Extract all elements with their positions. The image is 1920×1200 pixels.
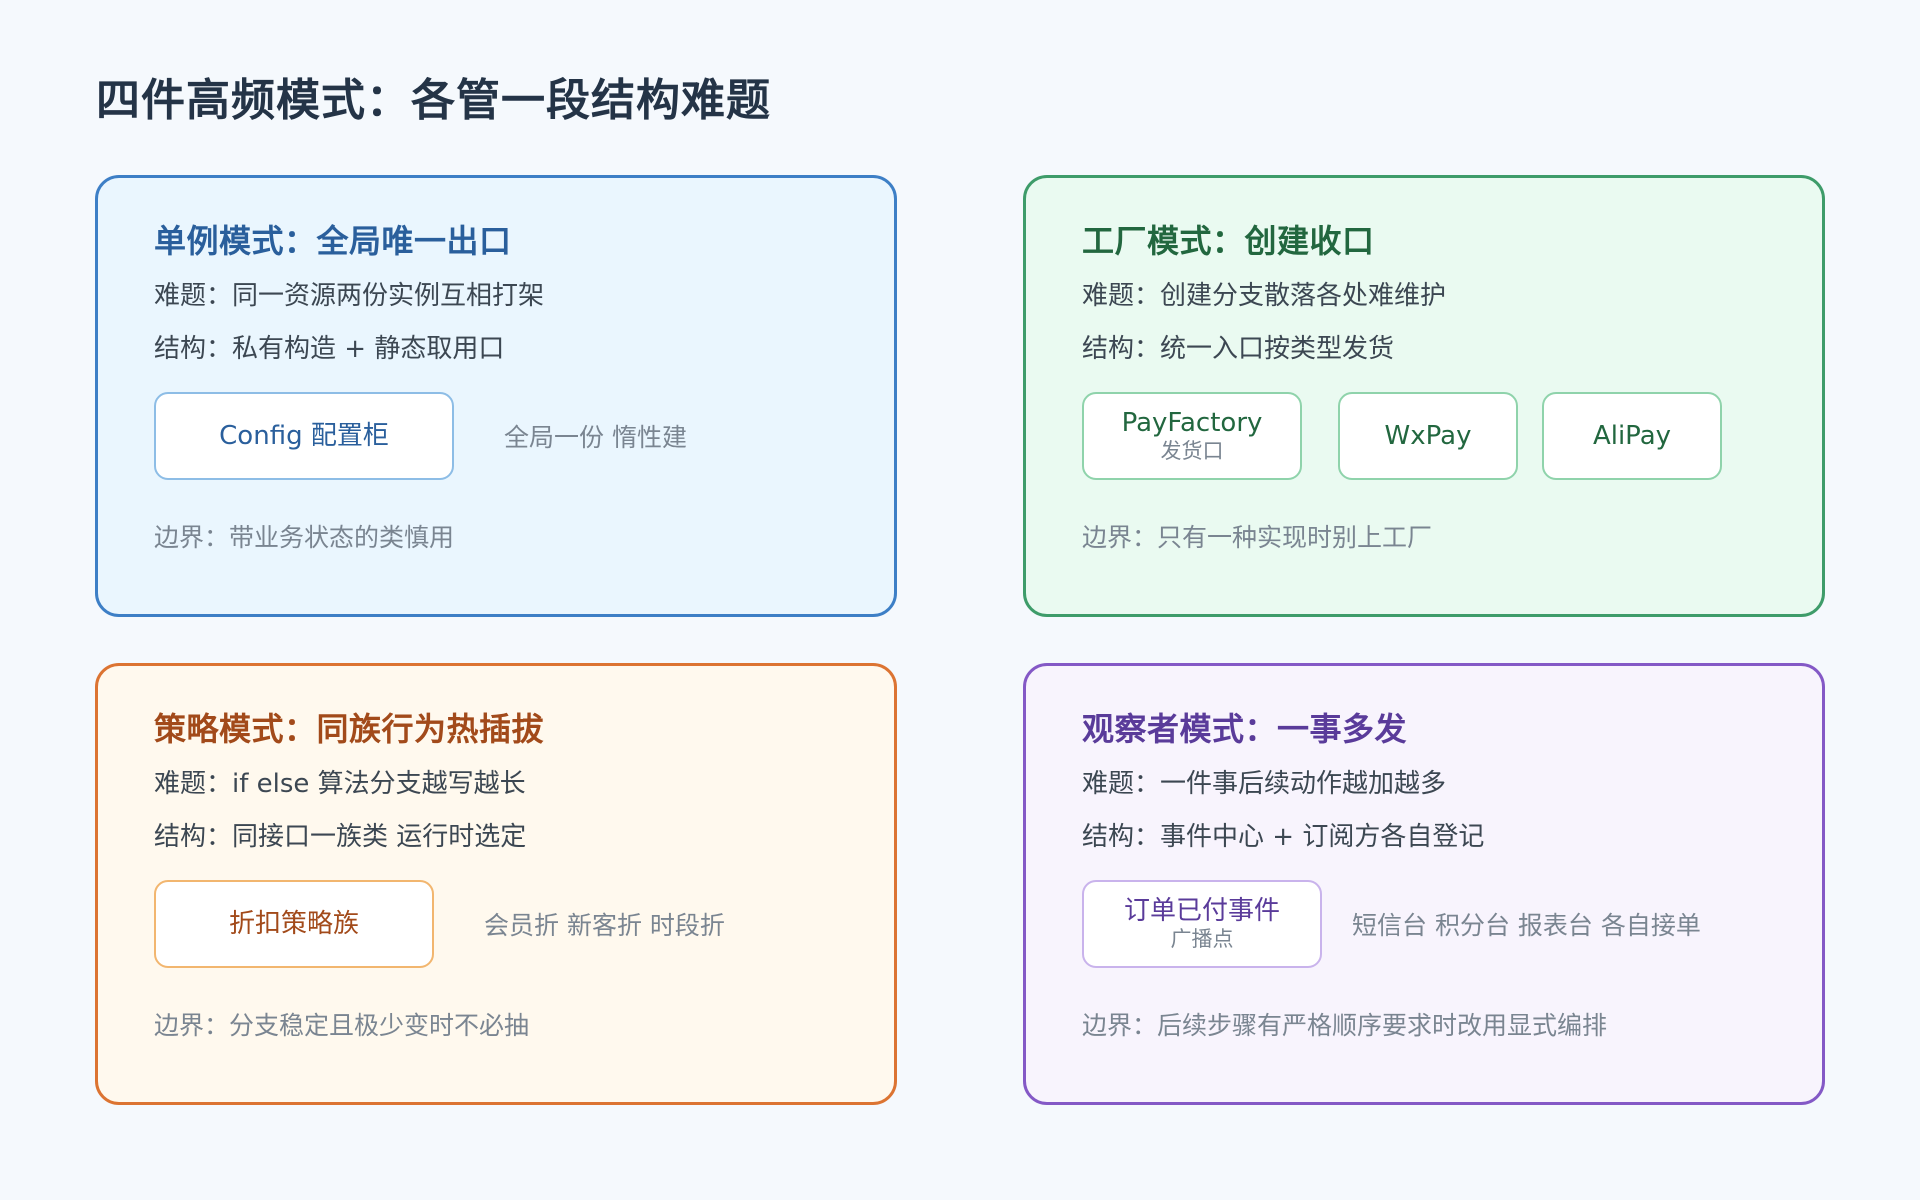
chip-sublabel: 广播点 [1170,927,1234,951]
difficulty-text: 难题：一件事后续动作越加越多 [1082,769,1447,799]
card-factory: 工厂模式：创建收口 难题：创建分支散落各处难维护 结构：统一入口按类型发货 Pa… [1023,175,1825,617]
card-observer: 观察者模式：一事多发 难题：一件事后续动作越加越多 结构：事件中心 + 订阅方各… [1023,663,1825,1105]
chip-wxpay: WxPay [1338,392,1518,480]
structure-text: 结构：私有构造 + 静态取用口 [154,334,505,364]
chip-label: Config 配置柜 [219,421,389,451]
structure-text: 结构：同接口一族类 运行时选定 [154,822,527,852]
chip-label: PayFactory [1121,408,1263,438]
structure-text: 结构：统一入口按类型发货 [1082,334,1395,364]
chip-label: AliPay [1592,421,1672,451]
chip-label: 订单已付事件 [1123,896,1280,926]
chip-config: Config 配置柜 [154,392,454,480]
chip-sublabel: 发货口 [1160,439,1224,463]
side-note: 会员折 新客折 时段折 [484,911,725,940]
card-title: 工厂模式：创建收口 [1082,222,1375,260]
difficulty-text: 难题：创建分支散落各处难维护 [1082,281,1447,311]
difficulty-text: 难题：同一资源两份实例互相打架 [154,281,545,311]
chip-label: WxPay [1384,421,1472,451]
boundary-text: 边界：只有一种实现时别上工厂 [1082,523,1433,552]
card-title: 单例模式：全局唯一出口 [154,222,512,260]
difficulty-text: 难题：if else 算法分支越写越长 [154,769,526,799]
boundary-text: 边界：带业务状态的类慎用 [154,523,455,552]
structure-text: 结构：事件中心 + 订阅方各自登记 [1082,822,1485,852]
page-title: 四件高频模式：各管一段结构难题 [96,75,771,126]
side-note: 全局一份 惰性建 [504,423,687,452]
card-title: 策略模式：同族行为热插拔 [154,710,545,748]
chip-discount-strategies: 折扣策略族 [154,880,434,968]
boundary-text: 边界：后续步骤有严格顺序要求时改用显式编排 [1082,1011,1608,1040]
page: 四件高频模式：各管一段结构难题 单例模式：全局唯一出口 难题：同一资源两份实例互… [0,0,1920,1200]
chip-order-paid-event: 订单已付事件 广播点 [1082,880,1322,968]
chip-label: 折扣策略族 [228,909,359,939]
boundary-text: 边界：分支稳定且极少变时不必抽 [154,1011,530,1040]
card-title: 观察者模式：一事多发 [1082,710,1408,748]
side-note: 短信台 积分台 报表台 各自接单 [1352,911,1701,940]
chip-alipay: AliPay [1542,392,1722,480]
card-singleton: 单例模式：全局唯一出口 难题：同一资源两份实例互相打架 结构：私有构造 + 静态… [95,175,897,617]
card-strategy: 策略模式：同族行为热插拔 难题：if else 算法分支越写越长 结构：同接口一… [95,663,897,1105]
chip-payfactory: PayFactory 发货口 [1082,392,1302,480]
